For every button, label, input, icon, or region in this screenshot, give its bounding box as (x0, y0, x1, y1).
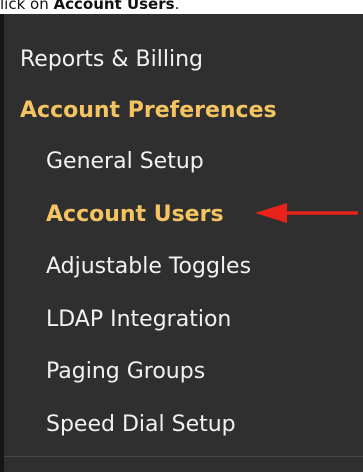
menu-item-general-setup[interactable]: General Setup (46, 148, 204, 176)
caption-prefix: lick on (0, 0, 54, 13)
panel-border (0, 14, 4, 472)
menu-item-paging-groups[interactable]: Paging Groups (46, 358, 205, 386)
caption-emphasis: Account Users (53, 0, 175, 13)
arrow-head (255, 203, 287, 223)
menu-item-reports-billing[interactable]: Reports & Billing (20, 46, 203, 74)
panel-divider (4, 456, 363, 457)
menu-item-adjustable-toggles[interactable]: Adjustable Toggles (46, 253, 251, 281)
menu-item-account-users[interactable]: Account Users (46, 201, 224, 229)
caption-suffix: . (174, 0, 180, 13)
menu-heading-account-preferences[interactable]: Account Preferences (20, 97, 277, 125)
instruction-caption: lick on Account Users. (0, 0, 363, 14)
navigation-panel (0, 14, 363, 472)
left-arrow-icon (255, 203, 358, 223)
menu-item-ldap-integration[interactable]: LDAP Integration (46, 306, 231, 334)
menu-item-speed-dial-setup[interactable]: Speed Dial Setup (46, 411, 236, 439)
